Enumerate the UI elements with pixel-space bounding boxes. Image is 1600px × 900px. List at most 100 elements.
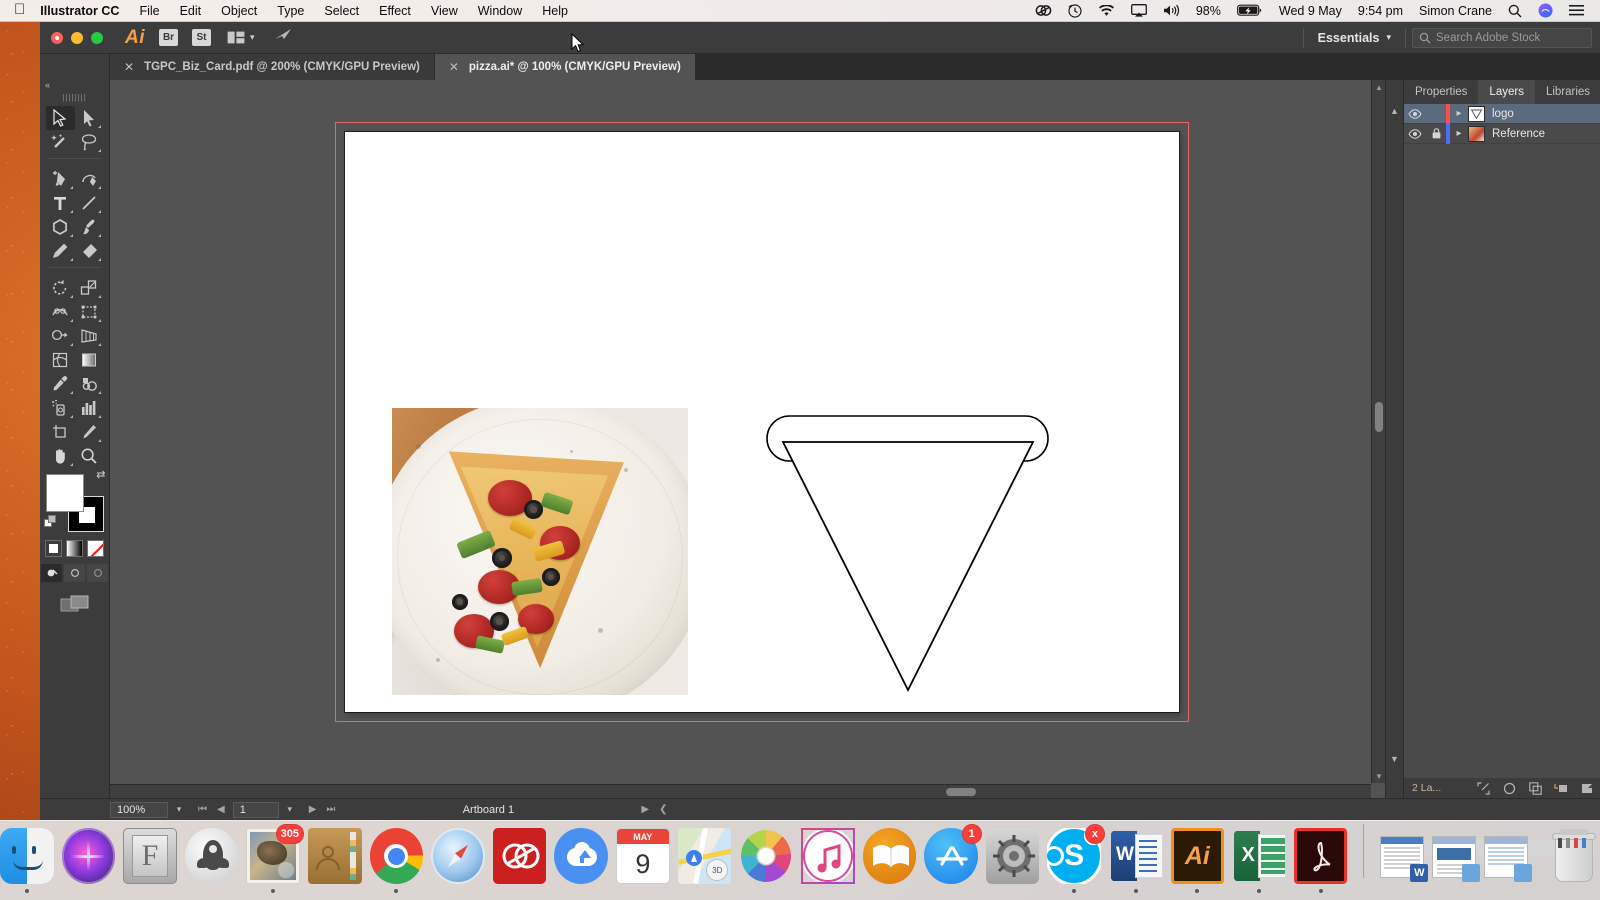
width-tool[interactable]	[46, 300, 75, 324]
pizza-slice-photo[interactable]	[392, 408, 688, 695]
minimized-word-document-window[interactable]: W	[1380, 836, 1429, 882]
eraser-tool[interactable]	[75, 239, 104, 263]
draw-inside-button[interactable]	[87, 564, 108, 582]
layer-row-logo[interactable]: ▸ logo	[1404, 103, 1600, 124]
canvas-horizontal-scrollbar[interactable]	[110, 784, 1371, 798]
canvas-area[interactable]: ▲ ▼	[110, 80, 1385, 798]
spotlight-search-icon[interactable]	[1500, 4, 1530, 18]
create-new-layer-icon[interactable]	[1548, 782, 1574, 795]
dock-item-siri[interactable]	[61, 828, 116, 884]
shape-tool[interactable]	[46, 215, 75, 239]
close-window-button[interactable]	[51, 31, 63, 44]
status-collapse-icon[interactable]: ❮	[659, 804, 667, 815]
dock-item-ibooks[interactable]	[862, 828, 917, 884]
fill-swatch[interactable]	[45, 474, 84, 512]
airplay-icon[interactable]	[1123, 4, 1155, 17]
artboard-dropdown-icon[interactable]: ▾	[279, 804, 301, 815]
dock-item-google-chrome[interactable]	[369, 828, 424, 893]
default-fill-stroke-icon[interactable]	[43, 515, 58, 534]
chevron-up-icon[interactable]: ▲	[1386, 106, 1403, 116]
creative-cloud-icon[interactable]	[1027, 4, 1060, 17]
blend-tool[interactable]	[75, 372, 104, 396]
dock-item-mail[interactable]: 305	[246, 824, 305, 893]
siri-icon[interactable]	[1530, 3, 1561, 18]
change-screen-mode-button[interactable]	[40, 594, 109, 614]
gradient-fill-button[interactable]	[66, 540, 83, 557]
toolbox-collapse-button[interactable]: «	[40, 80, 109, 92]
menubar-date[interactable]: Wed 9 May	[1271, 4, 1350, 18]
minimized-illustrator-document-window-1[interactable]	[1432, 836, 1481, 882]
dock-item-itunes[interactable]	[800, 828, 855, 884]
behance-icon[interactable]	[273, 27, 293, 48]
toolbox-drag-handle[interactable]: ||||||||	[40, 92, 109, 102]
adobe-stock-search[interactable]: Search Adobe Stock	[1412, 27, 1592, 48]
hand-tool[interactable]	[46, 444, 75, 468]
rotate-tool[interactable]	[46, 276, 75, 300]
menu-effect[interactable]: Effect	[369, 4, 421, 18]
layer-visibility-icon[interactable]	[1404, 108, 1426, 119]
dock-item-maps[interactable]: 3D	[677, 828, 732, 884]
tab-properties[interactable]: Properties	[1404, 80, 1478, 104]
clock-icon[interactable]	[1060, 3, 1090, 18]
magic-wand-tool[interactable]	[46, 130, 75, 154]
zoom-tool[interactable]	[75, 444, 104, 468]
selection-tool[interactable]	[46, 106, 75, 130]
pen-tool[interactable]	[46, 167, 75, 191]
pencil-tool[interactable]	[46, 239, 75, 263]
maximize-window-button[interactable]	[91, 31, 103, 44]
status-play-icon[interactable]: ▶	[641, 804, 649, 815]
lasso-tool[interactable]	[75, 130, 104, 154]
volume-icon[interactable]	[1155, 4, 1188, 17]
menubar-user[interactable]: Simon Crane	[1411, 4, 1500, 18]
apple-icon[interactable]: 	[0, 2, 38, 17]
delete-selection-icon[interactable]	[1574, 782, 1600, 795]
bridge-button[interactable]: Br	[159, 29, 178, 46]
dock-item-photos[interactable]	[739, 828, 793, 884]
shape-builder-tool[interactable]	[46, 324, 75, 348]
column-graph-tool[interactable]	[75, 396, 104, 420]
draw-normal-button[interactable]	[41, 564, 62, 582]
dock-item-contacts[interactable]	[308, 828, 362, 884]
tab-layers[interactable]: Layers	[1478, 80, 1535, 104]
dock-item-skype-for-business[interactable]: S x	[1047, 824, 1105, 893]
dock-item-safari[interactable]	[431, 828, 485, 884]
scroll-up-icon[interactable]: ▲	[1372, 80, 1385, 94]
stock-button[interactable]: St	[192, 29, 211, 46]
panel-collapse-strip[interactable]: ▲ ▼	[1386, 80, 1404, 798]
dock-item-microsoft-word[interactable]: W	[1109, 828, 1163, 893]
swap-fill-stroke-icon[interactable]: ⇄	[96, 468, 105, 481]
dock-item-adobe-acrobat[interactable]	[1293, 828, 1348, 893]
pizza-slice-outline-triangle[interactable]	[765, 404, 1050, 694]
curvature-tool[interactable]	[75, 167, 104, 191]
layer-name[interactable]: Reference	[1492, 128, 1545, 140]
dock-item-trash[interactable]	[1546, 828, 1600, 884]
layer-name[interactable]: logo	[1492, 108, 1514, 120]
wifi-icon[interactable]	[1090, 4, 1123, 17]
perspective-grid-tool[interactable]	[75, 324, 104, 348]
minimize-window-button[interactable]	[71, 31, 83, 44]
menu-app-name[interactable]: Illustrator CC	[38, 4, 129, 18]
chevron-down-icon[interactable]: ▼	[1386, 754, 1403, 764]
previous-artboard-icon[interactable]: ◀	[217, 804, 225, 815]
none-fill-button[interactable]	[87, 540, 104, 557]
slice-tool[interactable]	[75, 420, 104, 444]
artboard-tool[interactable]	[46, 420, 75, 444]
menu-file[interactable]: File	[129, 4, 169, 18]
menu-help[interactable]: Help	[532, 4, 578, 18]
dock-item-launchpad[interactable]	[184, 828, 239, 884]
scroll-down-icon[interactable]: ▼	[1372, 769, 1385, 783]
horizontal-scroll-thumb[interactable]	[946, 788, 976, 796]
free-transform-tool[interactable]	[75, 300, 104, 324]
dock-item-font-book[interactable]: F	[123, 828, 177, 884]
artboard-number-field[interactable]: 1	[232, 801, 279, 818]
line-segment-tool[interactable]	[75, 191, 104, 215]
dock-item-app-store[interactable]: 1	[924, 824, 982, 884]
menu-window[interactable]: Window	[468, 4, 532, 18]
dock-item-calendar[interactable]: MAY 9	[616, 828, 670, 884]
artboard[interactable]	[345, 132, 1179, 712]
canvas-vertical-scrollbar[interactable]: ▲ ▼	[1371, 80, 1385, 783]
color-fill-button[interactable]	[45, 540, 62, 557]
vertical-scroll-thumb[interactable]	[1375, 402, 1383, 432]
layer-lock-icon[interactable]	[1426, 128, 1446, 139]
dock-item-adobe-illustrator[interactable]: Ai	[1170, 828, 1225, 893]
